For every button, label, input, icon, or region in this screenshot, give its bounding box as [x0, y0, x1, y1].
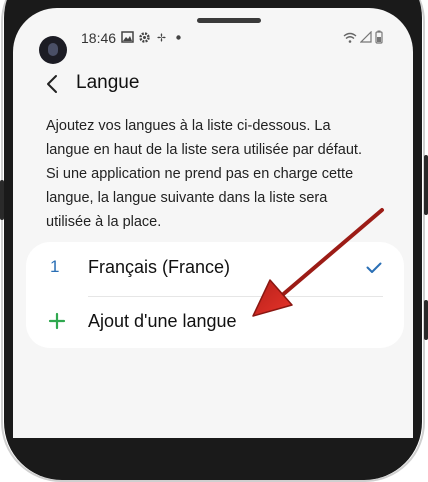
app-header: Langue: [13, 64, 413, 108]
chevron-left-icon[interactable]: [41, 70, 65, 98]
image-icon: [121, 31, 134, 43]
description-text: Ajoutez vos langues à la liste ci-dessou…: [46, 118, 362, 230]
dot-icon: [176, 35, 181, 40]
add-language-row[interactable]: Ajout d'une langue: [26, 296, 404, 348]
add-language-label: Ajout d'une langue: [88, 311, 237, 331]
check-icon: [366, 262, 382, 273]
status-time: 18:46: [81, 30, 117, 46]
language-label: Français (France): [88, 257, 231, 277]
front-camera: [39, 36, 67, 64]
power-button: [424, 155, 428, 215]
signal-icon: [360, 31, 372, 43]
battery-icon: [375, 30, 383, 44]
wifi-icon: [343, 32, 357, 43]
language-priority-number: 1: [50, 257, 60, 276]
volume-button: [0, 180, 4, 220]
page-title: Langue: [76, 72, 140, 93]
plus-icon: [48, 312, 66, 330]
side-button: [424, 300, 428, 340]
phone-screen: 18:46 Langue Ajoutez vos langues à la li…: [13, 8, 413, 438]
status-bar: 18:46: [13, 8, 413, 64]
language-row[interactable]: 1 Français (France): [26, 242, 404, 294]
language-list-card: 1 Français (France) Ajout d'une langue: [26, 242, 404, 348]
settings-gear-icon: [139, 32, 150, 43]
fan-icon: [157, 33, 166, 42]
